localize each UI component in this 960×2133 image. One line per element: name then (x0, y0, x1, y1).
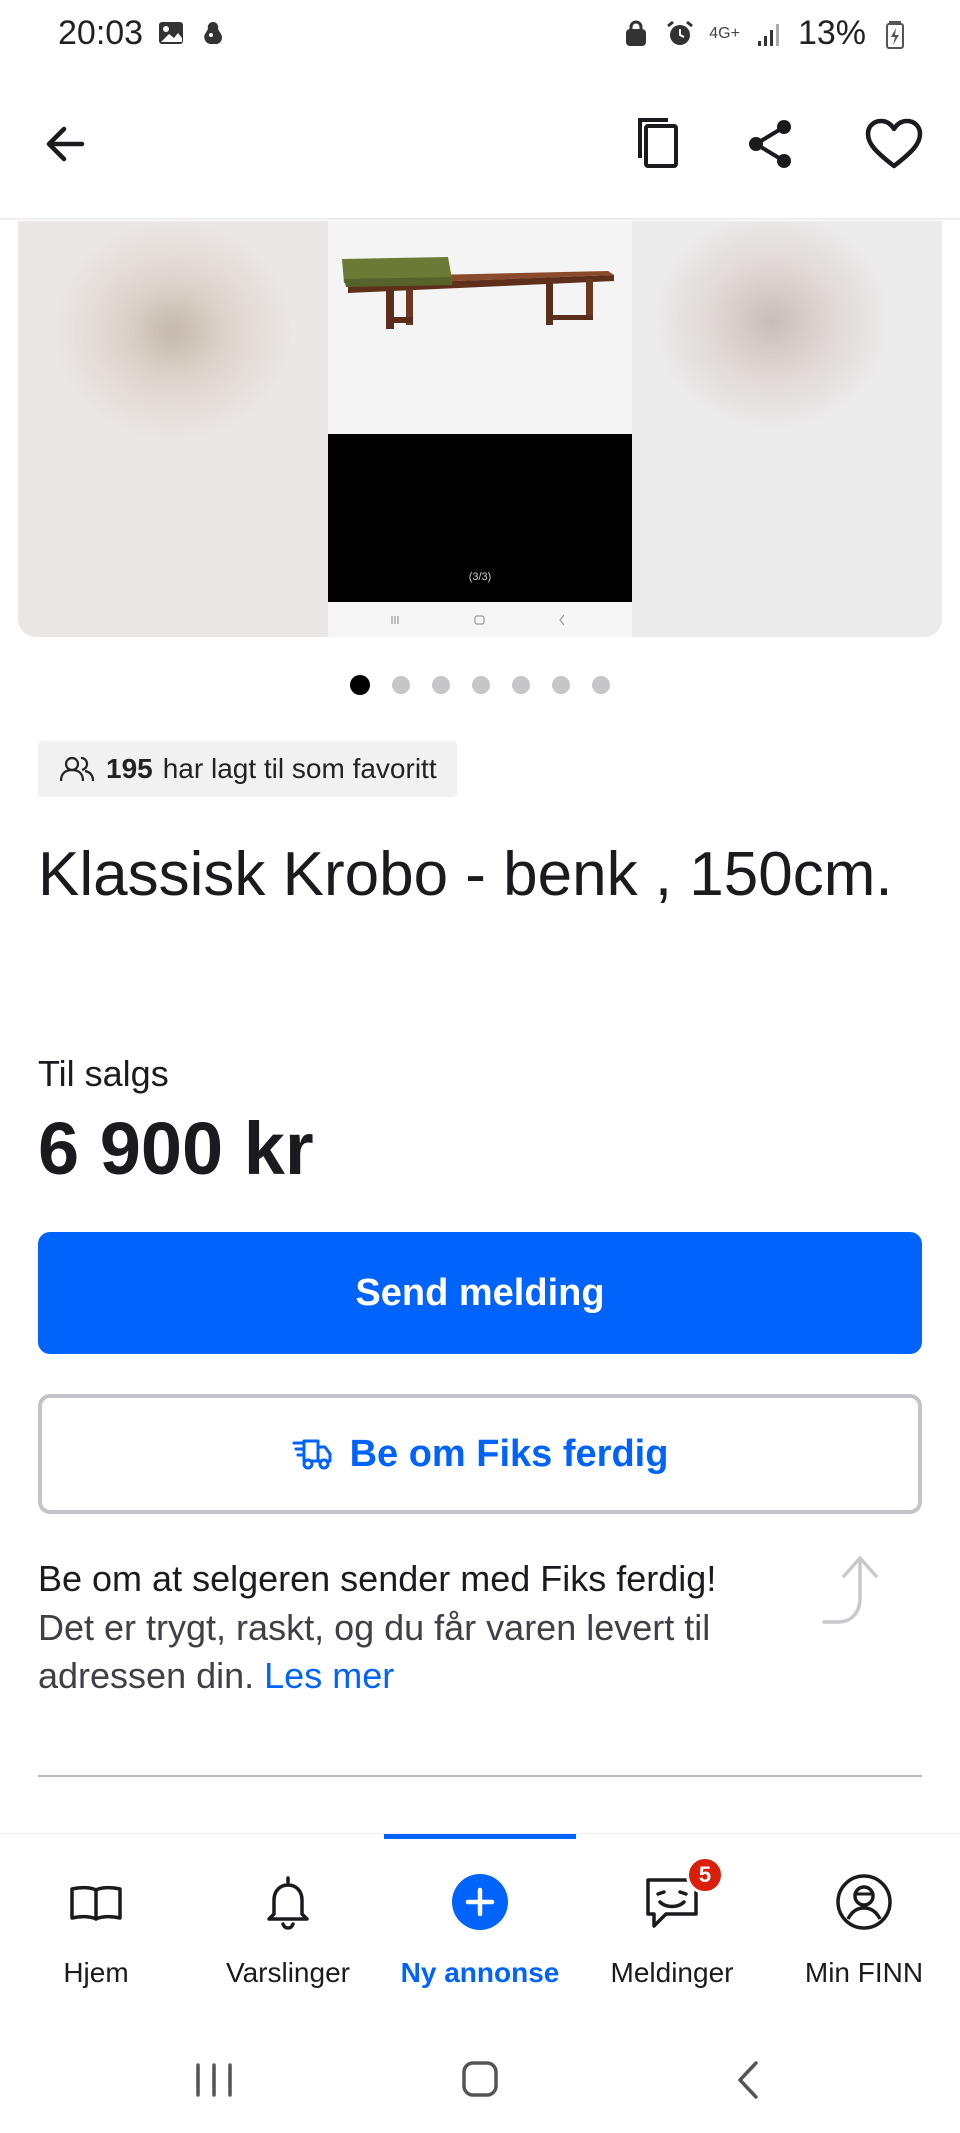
nav-item-meldinger[interactable]: 5 Meldinger (576, 1834, 768, 1988)
nav-item-varslinger[interactable]: Varslinger (192, 1834, 384, 1988)
status-bar: 20:03 4G+ 13% (0, 0, 960, 72)
share-icon[interactable] (740, 114, 800, 174)
alarm-icon (667, 20, 694, 45)
pagination-dot[interactable] (552, 676, 570, 694)
gallery-notification-icon (159, 22, 183, 44)
listing-title: Klassisk Krobo - benk , 150cm. (38, 840, 893, 909)
nav-label-meldinger: Meldinger (610, 1957, 734, 1988)
gallery-blur-left (18, 221, 328, 637)
sale-label: Til salgs (38, 1053, 169, 1094)
signal-icon (757, 23, 779, 46)
battery-charging-icon (886, 20, 904, 49)
fiks-ferdig-heading: Be om at selgeren sender med Fiks ferdig… (38, 1558, 717, 1599)
gallery-main-image[interactable]: (3/3) (328, 221, 632, 637)
gallery-counter: (3/3) (468, 571, 492, 583)
image-gallery[interactable]: (3/3) (18, 221, 942, 637)
status-left-icons (156, 18, 228, 48)
system-navigation-bar (0, 2033, 960, 2133)
unread-messages-badge: 5 (686, 1856, 724, 1894)
app-bar (0, 72, 960, 220)
nav-label-ny-annonse: Ny annonse (400, 1957, 560, 1988)
nav-item-hjem[interactable]: Hjem (0, 1834, 192, 1988)
favorites-text: har lagt til som favoritt (162, 753, 437, 784)
lock-status-icon (626, 20, 647, 46)
favorites-badge: 195 har lagt til som favoritt (38, 741, 457, 797)
listing-price: 6 900 kr (38, 1107, 314, 1190)
plus-circle-icon (452, 1874, 508, 1930)
screenshot-nav-bar (328, 602, 632, 637)
pagination-dot[interactable] (512, 676, 530, 694)
profile-icon (836, 1874, 892, 1930)
send-message-button[interactable]: Send melding (38, 1232, 922, 1354)
book-icon (70, 1885, 122, 1921)
arrow-up-icon (822, 1556, 878, 1624)
back-icon[interactable] (720, 2055, 780, 2105)
bench-illustration (342, 257, 614, 329)
pagination-dot[interactable] (472, 676, 490, 694)
pagination-dot[interactable] (392, 676, 410, 694)
battery-percent: 13% (797, 14, 866, 52)
nav-item-ny-annonse[interactable]: Ny annonse (384, 1834, 576, 1988)
gallery-pagination[interactable] (0, 675, 960, 695)
nav-label-hjem: Hjem (63, 1957, 129, 1988)
bench-photo (328, 221, 632, 434)
gallery-blur-right (632, 221, 942, 637)
fiks-ferdig-label: Be om Fiks ferdig (349, 1432, 669, 1475)
bell-icon (267, 1876, 309, 1930)
nav-item-min-finn[interactable]: Min FINN (768, 1834, 960, 1988)
pagination-dot[interactable] (432, 676, 450, 694)
fiks-ferdig-description: Det er trygt, raskt, og du får varen lev… (38, 1604, 838, 1700)
pagination-dot[interactable] (592, 676, 610, 694)
copy-icon[interactable] (630, 114, 690, 174)
home-icon[interactable] (450, 2055, 510, 2105)
status-time: 20:03 (58, 14, 144, 52)
heart-icon[interactable] (862, 114, 926, 174)
favorites-count: 195 (106, 753, 153, 784)
screenshot-nav-icons (391, 614, 565, 626)
recent-apps-icon[interactable] (184, 2055, 244, 2105)
fiks-ferdig-button[interactable]: Be om Fiks ferdig (38, 1394, 922, 1514)
people-icon (59, 756, 95, 782)
delivery-truck-icon (292, 1439, 332, 1470)
status-right: 4G+ 13% (621, 14, 910, 53)
bottom-navigation: Hjem Varslinger Ny annonse 5 Meldinger M… (0, 1833, 960, 1988)
nav-label-min-finn: Min FINN (804, 1957, 924, 1988)
network-type: 4G+ (709, 24, 740, 42)
app-notification-icon (204, 22, 222, 44)
nav-label-varslinger: Varslinger (226, 1957, 350, 1988)
section-divider (38, 1775, 922, 1777)
read-more-link[interactable]: Les mer (264, 1655, 394, 1696)
arrow-left-icon[interactable] (36, 114, 96, 174)
pagination-dot[interactable] (350, 675, 370, 695)
